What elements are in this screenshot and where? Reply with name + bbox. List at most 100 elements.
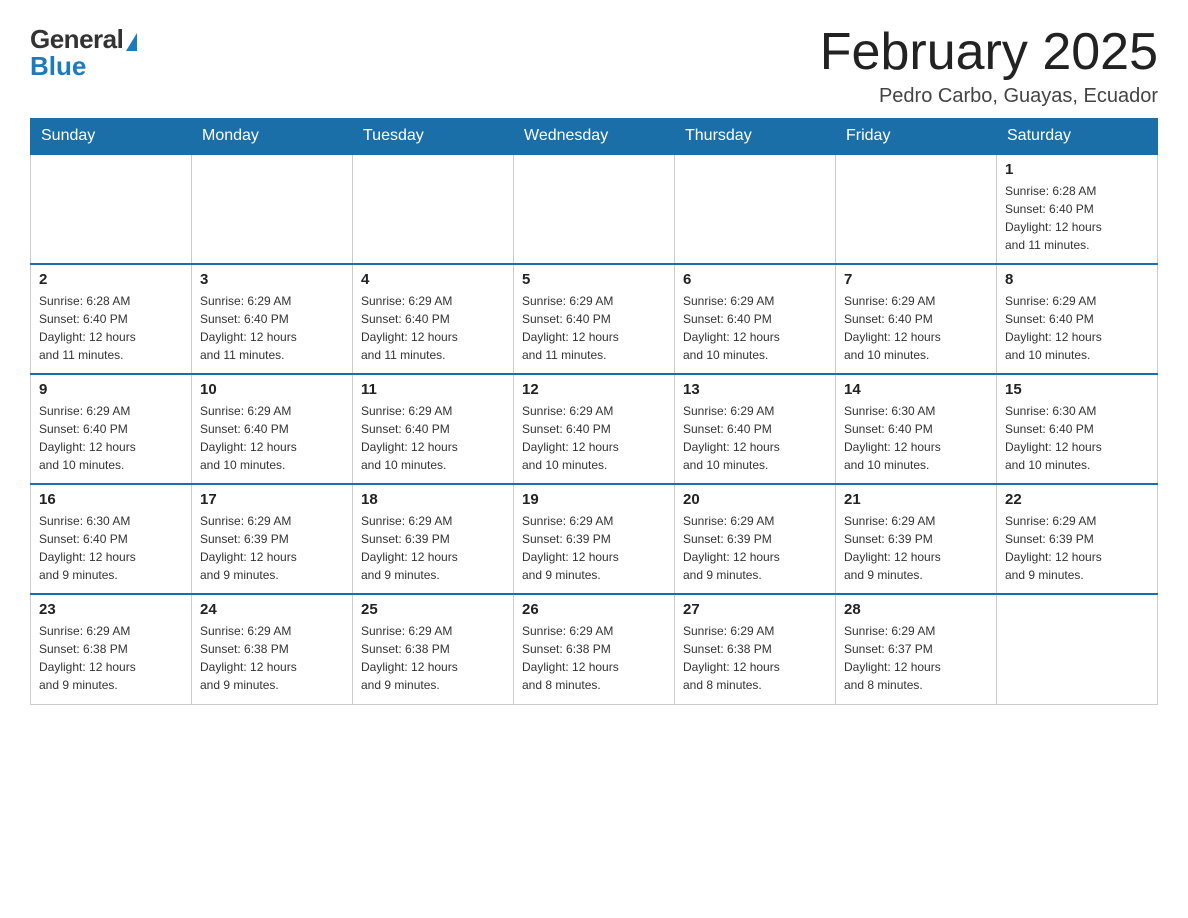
day-number: 10 <box>200 381 344 398</box>
calendar-cell: 3 Sunrise: 6:29 AM Sunset: 6:40 PM Daylig… <box>192 264 353 374</box>
day-info: Sunrise: 6:29 AM Sunset: 6:40 PM Dayligh… <box>1005 292 1149 364</box>
calendar-cell: 8 Sunrise: 6:29 AM Sunset: 6:40 PM Daylig… <box>997 264 1158 374</box>
weekday-header-friday: Friday <box>836 119 997 155</box>
day-info: Sunrise: 6:29 AM Sunset: 6:39 PM Dayligh… <box>844 512 988 584</box>
day-info: Sunrise: 6:29 AM Sunset: 6:39 PM Dayligh… <box>683 512 827 584</box>
weekday-header-sunday: Sunday <box>31 119 192 155</box>
day-number: 19 <box>522 491 666 508</box>
calendar-cell: 5Sunrise: 6:29 AM Sunset: 6:40 PM Daylig… <box>514 264 675 374</box>
week-row-2: 2 Sunrise: 6:28 AM Sunset: 6:40 PM Daylig… <box>31 264 1158 374</box>
day-info: Sunrise: 6:29 AM Sunset: 6:40 PM Dayligh… <box>200 292 344 364</box>
calendar-cell: 9Sunrise: 6:29 AM Sunset: 6:40 PM Daylig… <box>31 374 192 484</box>
calendar-cell: 17 Sunrise: 6:29 AM Sunset: 6:39 PM Dayli… <box>192 484 353 594</box>
week-row-5: 23 Sunrise: 6:29 AM Sunset: 6:38 PM Dayli… <box>31 594 1158 704</box>
day-number: 1 <box>1005 161 1149 178</box>
page-header: General Blue February 2025 Pedro Carbo, … <box>30 24 1158 108</box>
calendar-cell <box>997 594 1158 704</box>
calendar-cell: 15 Sunrise: 6:30 AM Sunset: 6:40 PM Dayli… <box>997 374 1158 484</box>
day-info: Sunrise: 6:29 AM Sunset: 6:38 PM Dayligh… <box>200 622 344 694</box>
weekday-header-thursday: Thursday <box>675 119 836 155</box>
calendar-cell: 13Sunrise: 6:29 AM Sunset: 6:40 PM Dayli… <box>675 374 836 484</box>
calendar-cell: 27 Sunrise: 6:29 AM Sunset: 6:38 PM Dayli… <box>675 594 836 704</box>
day-number: 12 <box>522 381 666 398</box>
calendar-cell: 20 Sunrise: 6:29 AM Sunset: 6:39 PM Dayli… <box>675 484 836 594</box>
day-info: Sunrise: 6:30 AM Sunset: 6:40 PM Dayligh… <box>844 402 988 474</box>
day-number: 25 <box>361 601 505 618</box>
calendar-cell <box>675 154 836 264</box>
day-number: 5 <box>522 271 666 288</box>
day-number: 9 <box>39 381 183 398</box>
calendar-cell: 28 Sunrise: 6:29 AM Sunset: 6:37 PM Dayli… <box>836 594 997 704</box>
calendar-cell: 18Sunrise: 6:29 AM Sunset: 6:39 PM Dayli… <box>353 484 514 594</box>
day-number: 15 <box>1005 381 1149 398</box>
weekday-header-tuesday: Tuesday <box>353 119 514 155</box>
calendar-cell: 10 Sunrise: 6:29 AM Sunset: 6:40 PM Dayli… <box>192 374 353 484</box>
calendar-table: SundayMondayTuesdayWednesdayThursdayFrid… <box>30 118 1158 705</box>
day-number: 17 <box>200 491 344 508</box>
day-info: Sunrise: 6:29 AM Sunset: 6:40 PM Dayligh… <box>683 402 827 474</box>
logo: General Blue <box>30 24 137 82</box>
day-number: 14 <box>844 381 988 398</box>
week-row-3: 9 Sunrise: 6:29 AM Sunset: 6:40 PM Daylig… <box>31 374 1158 484</box>
day-info: Sunrise: 6:29 AM Sunset: 6:40 PM Dayligh… <box>200 402 344 474</box>
calendar-cell: 26Sunrise: 6:29 AM Sunset: 6:38 PM Dayli… <box>514 594 675 704</box>
day-info: Sunrise: 6:29 AM Sunset: 6:40 PM Dayligh… <box>522 402 666 474</box>
calendar-cell: 11 Sunrise: 6:29 AM Sunset: 6:40 PM Dayli… <box>353 374 514 484</box>
calendar-cell <box>353 154 514 264</box>
calendar-cell: 6 Sunrise: 6:29 AM Sunset: 6:40 PM Daylig… <box>675 264 836 374</box>
month-year-title: February 2025 <box>820 24 1158 81</box>
calendar-cell <box>836 154 997 264</box>
day-info: Sunrise: 6:29 AM Sunset: 6:40 PM Dayligh… <box>361 402 505 474</box>
calendar-cell <box>192 154 353 264</box>
day-number: 7 <box>844 271 988 288</box>
day-number: 6 <box>683 271 827 288</box>
day-number: 24 <box>200 601 344 618</box>
day-info: Sunrise: 6:29 AM Sunset: 6:39 PM Dayligh… <box>1005 512 1149 584</box>
calendar-cell: 1Sunrise: 6:28 AM Sunset: 6:40 PM Daylig… <box>997 154 1158 264</box>
calendar-cell: 16 Sunrise: 6:30 AM Sunset: 6:40 PM Dayli… <box>31 484 192 594</box>
day-number: 11 <box>361 381 505 398</box>
day-number: 23 <box>39 601 183 618</box>
day-number: 3 <box>200 271 344 288</box>
calendar-cell: 22 Sunrise: 6:29 AM Sunset: 6:39 PM Dayli… <box>997 484 1158 594</box>
day-number: 16 <box>39 491 183 508</box>
day-info: Sunrise: 6:30 AM Sunset: 6:40 PM Dayligh… <box>1005 402 1149 474</box>
calendar-cell: 4 Sunrise: 6:29 AM Sunset: 6:40 PM Daylig… <box>353 264 514 374</box>
day-number: 2 <box>39 271 183 288</box>
title-section: February 2025 Pedro Carbo, Guayas, Ecuad… <box>820 24 1158 108</box>
day-number: 8 <box>1005 271 1149 288</box>
logo-triangle-icon <box>126 33 137 51</box>
day-number: 28 <box>844 601 988 618</box>
calendar-cell: 23 Sunrise: 6:29 AM Sunset: 6:38 PM Dayli… <box>31 594 192 704</box>
day-number: 4 <box>361 271 505 288</box>
weekday-header-row: SundayMondayTuesdayWednesdayThursdayFrid… <box>31 119 1158 155</box>
weekday-header-wednesday: Wednesday <box>514 119 675 155</box>
day-number: 27 <box>683 601 827 618</box>
day-number: 18 <box>361 491 505 508</box>
day-info: Sunrise: 6:29 AM Sunset: 6:38 PM Dayligh… <box>39 622 183 694</box>
calendar-cell: 12 Sunrise: 6:29 AM Sunset: 6:40 PM Dayli… <box>514 374 675 484</box>
day-info: Sunrise: 6:29 AM Sunset: 6:39 PM Dayligh… <box>200 512 344 584</box>
day-number: 22 <box>1005 491 1149 508</box>
day-number: 21 <box>844 491 988 508</box>
calendar-cell <box>514 154 675 264</box>
day-info: Sunrise: 6:29 AM Sunset: 6:38 PM Dayligh… <box>683 622 827 694</box>
day-number: 20 <box>683 491 827 508</box>
day-info: Sunrise: 6:29 AM Sunset: 6:40 PM Dayligh… <box>361 292 505 364</box>
calendar-cell: 2 Sunrise: 6:28 AM Sunset: 6:40 PM Daylig… <box>31 264 192 374</box>
day-info: Sunrise: 6:29 AM Sunset: 6:40 PM Dayligh… <box>683 292 827 364</box>
location-subtitle: Pedro Carbo, Guayas, Ecuador <box>820 85 1158 108</box>
day-info: Sunrise: 6:29 AM Sunset: 6:38 PM Dayligh… <box>522 622 666 694</box>
logo-blue-text: Blue <box>30 51 86 82</box>
day-info: Sunrise: 6:30 AM Sunset: 6:40 PM Dayligh… <box>39 512 183 584</box>
day-info: Sunrise: 6:29 AM Sunset: 6:39 PM Dayligh… <box>522 512 666 584</box>
calendar-cell: 25 Sunrise: 6:29 AM Sunset: 6:38 PM Dayli… <box>353 594 514 704</box>
day-info: Sunrise: 6:29 AM Sunset: 6:38 PM Dayligh… <box>361 622 505 694</box>
day-info: Sunrise: 6:28 AM Sunset: 6:40 PM Dayligh… <box>39 292 183 364</box>
calendar-cell <box>31 154 192 264</box>
calendar-cell: 19 Sunrise: 6:29 AM Sunset: 6:39 PM Dayli… <box>514 484 675 594</box>
day-info: Sunrise: 6:29 AM Sunset: 6:37 PM Dayligh… <box>844 622 988 694</box>
calendar-cell: 24 Sunrise: 6:29 AM Sunset: 6:38 PM Dayli… <box>192 594 353 704</box>
week-row-4: 16 Sunrise: 6:30 AM Sunset: 6:40 PM Dayli… <box>31 484 1158 594</box>
calendar-cell: 7Sunrise: 6:29 AM Sunset: 6:40 PM Daylig… <box>836 264 997 374</box>
